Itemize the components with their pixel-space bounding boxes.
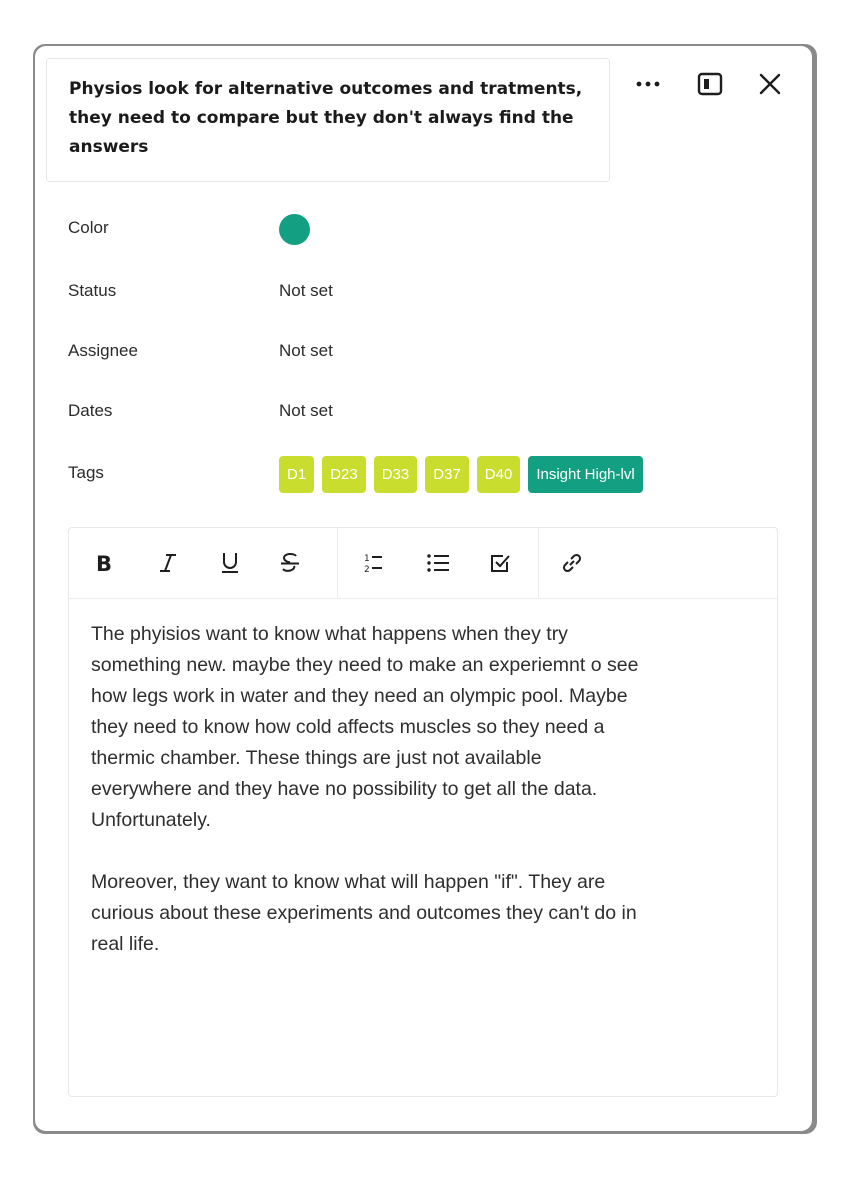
bold-icon: B [96,552,112,574]
more-horizontal-icon [636,81,660,87]
italic-icon [160,554,176,572]
underline-icon [222,553,238,573]
svg-text:1: 1 [364,554,370,564]
tag-d1[interactable]: D1 [279,456,315,493]
status-value[interactable]: Not set [279,281,333,301]
close-icon [759,73,781,95]
dates-value[interactable]: Not set [279,401,333,421]
close-button[interactable] [752,66,788,102]
tag-d33[interactable]: D33 [373,456,418,493]
svg-text:B: B [96,552,112,574]
tag-d37[interactable]: D37 [425,456,469,493]
underline-button[interactable] [211,544,249,582]
dates-label: Dates [68,401,113,420]
color-label: Color [68,218,109,237]
numbered-list-icon: 1 2 [364,554,382,575]
assignee-label: Assignee [68,341,138,360]
italic-button[interactable] [149,544,187,582]
numbered-list-button[interactable]: 1 2 [353,544,391,582]
assignee-value[interactable]: Not set [279,341,333,361]
card-title[interactable]: Physios look for alternative outcomes an… [46,58,610,182]
strikethrough-button[interactable] [271,544,309,582]
status-label: Status [68,281,117,300]
strikethrough-icon [281,552,299,572]
side-panel-button[interactable] [692,66,728,102]
checklist-icon [491,555,510,572]
description-text[interactable]: The phyisios want to know what happens w… [91,619,761,960]
editor-toolbar: B 1 2 [69,528,777,599]
bullet-list-button[interactable] [419,544,457,582]
checklist-button[interactable] [481,544,519,582]
toolbar-divider [337,528,338,598]
tags-label: Tags [68,463,104,482]
bold-button[interactable]: B [85,544,123,582]
bullet-list-icon [427,554,449,572]
link-button[interactable] [553,544,591,582]
tag-d23[interactable]: D23 [322,456,366,493]
svg-text:2: 2 [364,565,370,575]
toolbar-divider [538,528,539,598]
side-panel-icon [697,72,723,96]
tag-list: D1 D23 D33 D37 D40 Insight High-lvl [279,456,643,493]
tag-d40[interactable]: D40 [476,456,521,493]
color-swatch[interactable] [279,214,310,245]
tag-insight-high-lvl[interactable]: Insight High-lvl [528,456,643,493]
description-editor: B 1 2 The phyisios want to know what hap… [68,527,778,1097]
link-icon [562,553,582,573]
more-options-button[interactable] [630,66,666,102]
